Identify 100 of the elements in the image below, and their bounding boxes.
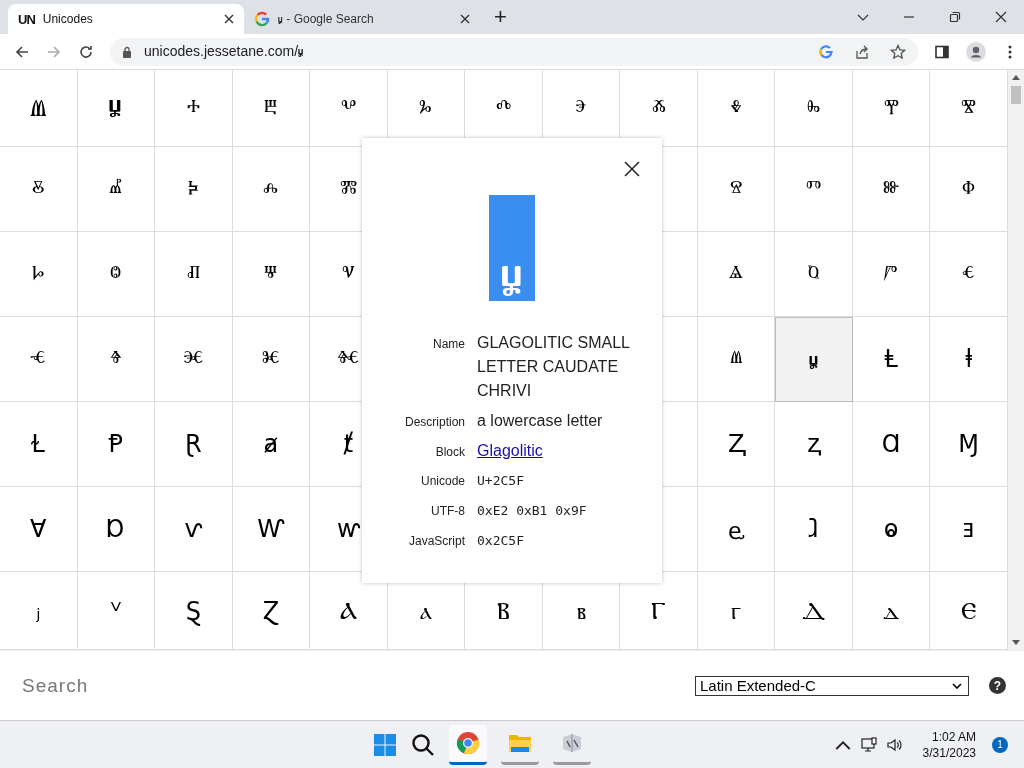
character-cell[interactable]: ⱄ	[697, 147, 776, 232]
character-cell[interactable]: Ⱟ	[77, 70, 156, 147]
search-icon[interactable]	[411, 732, 436, 757]
character-cell[interactable]: ⱊ	[155, 232, 233, 317]
field-label: UTF-8	[430, 504, 465, 518]
back-icon[interactable]	[14, 43, 30, 60]
character-cell[interactable]: ⰽ	[155, 147, 233, 232]
scrollbar[interactable]	[1008, 70, 1024, 650]
character-cell[interactable]: Ⲇ	[775, 572, 853, 650]
character-cell[interactable]: ⱹ	[775, 487, 853, 572]
character-cell[interactable]: ⱈ	[0, 232, 78, 317]
character-cell[interactable]: ⱟ	[775, 317, 853, 402]
character-cell[interactable]: ⱕ	[0, 317, 78, 402]
character-cell[interactable]: Ɱ	[930, 402, 1008, 487]
character-cell[interactable]: ⱥ	[232, 402, 311, 487]
close-icon[interactable]	[995, 11, 1007, 23]
scroll-thumb[interactable]	[1011, 86, 1021, 104]
help-button[interactable]: ?	[989, 677, 1006, 694]
character-cell[interactable]: ⰼ	[77, 147, 156, 232]
field-label: Description	[403, 415, 465, 429]
character-cell[interactable]: ⱽ	[77, 572, 156, 650]
character-cell[interactable]: Ɐ	[0, 487, 78, 572]
field-label: Block	[434, 445, 465, 459]
character-cell[interactable]: Ⱞ	[0, 70, 78, 147]
address-bar[interactable]: unicodes.jessetane.com/ⱟ	[110, 37, 918, 66]
character-cell[interactable]: ⰻ	[0, 147, 78, 232]
character-cell[interactable]: ⱻ	[930, 487, 1008, 572]
speaker-icon[interactable]	[886, 736, 903, 753]
character-cell[interactable]: ⱱ	[155, 487, 233, 572]
new-tab-button[interactable]: +	[494, 6, 507, 28]
character-cell[interactable]: ⰰ	[155, 70, 233, 147]
field-value: a lowercase letter	[477, 411, 604, 431]
character-cell[interactable]: Ɫ	[0, 402, 78, 487]
field-value: U+2C5F	[477, 472, 525, 490]
character-cell[interactable]: ⰺ	[930, 70, 1008, 147]
url-text: unicodes.jessetane.com/ⱟ	[144, 42, 305, 61]
scroll-down-icon[interactable]	[1012, 640, 1020, 646]
block-dropdown[interactable]: Latin Extended-C	[695, 675, 969, 696]
character-cell[interactable]: ⲅ	[697, 572, 776, 650]
lock-icon	[122, 45, 132, 58]
side-panel-icon[interactable]	[934, 43, 950, 60]
character-cell[interactable]: ⰸ	[775, 70, 853, 147]
character-cell[interactable]: ⱓ	[852, 232, 931, 317]
field-label: Name	[432, 337, 465, 351]
character-cell[interactable]: ⱅ	[775, 147, 853, 232]
scroll-up-icon[interactable]	[1012, 74, 1020, 80]
character-cell[interactable]: ⱇ	[930, 147, 1008, 232]
character-cell[interactable]: ⱑ	[697, 232, 776, 317]
clock-time[interactable]: 1:02 AM	[931, 728, 976, 745]
google-icon[interactable]	[818, 43, 834, 60]
character-cell[interactable]: ⰾ	[232, 147, 311, 232]
character-cell[interactable]: ⲇ	[852, 572, 931, 650]
character-cell[interactable]: ⱼ	[0, 572, 78, 650]
character-cell[interactable]: ⰱ	[232, 70, 311, 147]
character-cell[interactable]: ⱗ	[155, 317, 233, 402]
character-cell[interactable]: ⱔ	[930, 232, 1008, 317]
character-cell[interactable]: Ȿ	[155, 572, 233, 650]
character-preview: ⱟ	[489, 195, 535, 301]
character-cell[interactable]: Ⲉ	[930, 572, 1008, 650]
character-cell[interactable]: Ɑ	[852, 402, 931, 487]
google-icon	[254, 11, 270, 27]
character-cell[interactable]: ⰹ	[852, 70, 931, 147]
character-cell[interactable]: Ⱳ	[232, 487, 311, 572]
character-cell[interactable]: ⱆ	[852, 147, 931, 232]
character-cell[interactable]: ⰷ	[697, 70, 776, 147]
field-value: 0xE2 0xB1 0x9F	[477, 502, 588, 520]
network-icon[interactable]	[860, 736, 877, 753]
character-cell[interactable]: Ɒ	[77, 487, 156, 572]
star-icon[interactable]	[890, 43, 906, 60]
close-icon[interactable]	[224, 14, 234, 24]
caret-icon	[952, 682, 962, 689]
character-cell[interactable]: Ᵽ	[77, 402, 156, 487]
browser-tab[interactable]: ⱟ - Google Search	[244, 4, 480, 34]
close-icon[interactable]	[460, 14, 470, 24]
windows-icon[interactable]	[373, 732, 398, 757]
character-cell[interactable]: ⱖ	[77, 317, 156, 402]
browser-tab[interactable]: UN Unicodes	[8, 4, 244, 34]
site-logo: UN	[18, 11, 35, 27]
character-cell[interactable]: ⱸ	[697, 487, 776, 572]
character-cell[interactable]: Ⱡ	[852, 317, 931, 402]
taskbar-app[interactable]	[449, 724, 488, 765]
character-cell[interactable]: Ⱬ	[697, 402, 776, 487]
character-cell[interactable]: Ɀ	[232, 572, 311, 650]
field-label: Unicode	[419, 474, 465, 488]
field-label: JavaScript	[407, 534, 465, 548]
character-cell[interactable]: Ɽ	[155, 402, 233, 487]
profile-icon[interactable]	[966, 41, 986, 62]
share-icon[interactable]	[854, 43, 870, 60]
notification-badge[interactable]: 1	[992, 736, 1008, 753]
character-cell[interactable]: ⱬ	[775, 402, 853, 487]
character-cell[interactable]: ⱋ	[232, 232, 311, 317]
restore-icon[interactable]	[949, 11, 961, 23]
character-cell[interactable]: ⱺ	[852, 487, 931, 572]
character-cell[interactable]: ⱡ	[930, 317, 1008, 402]
block-link[interactable]: Glagolitic	[477, 439, 637, 463]
character-cell[interactable]: ⱘ	[232, 317, 311, 402]
reload-icon[interactable]	[78, 43, 94, 60]
close-icon[interactable]	[624, 161, 640, 177]
clock-date[interactable]: 3/31/2023	[922, 744, 976, 761]
character-cell[interactable]: ⱉ	[77, 232, 156, 317]
